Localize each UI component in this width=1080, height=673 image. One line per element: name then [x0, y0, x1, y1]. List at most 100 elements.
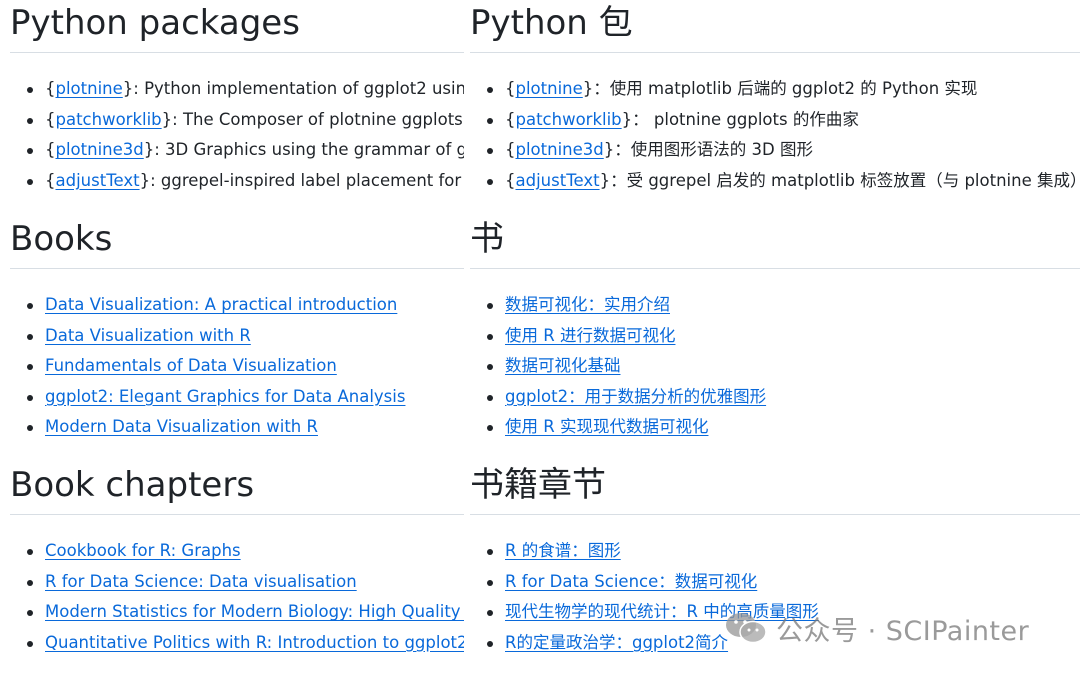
book-link[interactable]: Modern Data Visualization with R — [45, 417, 318, 436]
bullet-icon — [27, 364, 33, 371]
wechat-icon — [726, 613, 767, 644]
chapter-link[interactable]: R的定量政治学：ggplot2简介 — [505, 633, 728, 652]
bullet-icon — [487, 148, 493, 155]
heading-divider — [10, 268, 464, 269]
bullet-icon — [487, 364, 493, 371]
heading-divider — [10, 52, 464, 53]
english-column: Python packages {plotnine}: Python imple… — [0, 0, 464, 673]
bullet-icon — [27, 333, 33, 340]
bullet-icon — [487, 333, 493, 340]
section-heading: Python 包 — [470, 3, 633, 43]
package-list: {plotnine}：使用 matplotlib 后端的 ggplot2 的 P… — [470, 74, 1080, 196]
list-item: {plotnine}：使用 matplotlib 后端的 ggplot2 的 P… — [470, 74, 1080, 105]
list-item: {plotnine}: Python implementation of ggp… — [10, 74, 464, 105]
list-item: Modern Data Visualization with R — [10, 412, 464, 443]
heading-divider — [470, 52, 1080, 53]
python-packages-section: Python 包 {plotnine}：使用 matplotlib 后端的 gg… — [464, 0, 1080, 210]
package-description: : 3D Graphics using the grammar of graph… — [154, 140, 464, 160]
heading-divider — [470, 268, 1080, 269]
chapter-link[interactable]: Cookbook for R: Graphs — [45, 541, 241, 560]
list-item: Quantitative Politics with R: Introducti… — [10, 628, 464, 659]
book-link[interactable]: ggplot2: Elegant Graphics for Data Analy… — [45, 387, 405, 406]
chapter-list: Cookbook for R: Graphs R for Data Scienc… — [10, 536, 464, 658]
bullet-icon — [487, 303, 493, 309]
python-packages-section: Python packages {plotnine}: Python imple… — [0, 0, 464, 210]
bullet-icon — [27, 394, 33, 401]
list-item: {adjustText}: ggrepel-inspired label pla… — [10, 166, 464, 197]
bullet-icon — [487, 579, 493, 586]
bullet-icon — [487, 87, 493, 93]
list-item: 数据可视化：实用介绍 — [470, 290, 1080, 321]
bullet-icon — [487, 549, 493, 555]
bullet-icon — [487, 394, 493, 401]
bullet-icon — [27, 579, 33, 586]
bullet-icon — [27, 148, 33, 155]
list-item: ggplot2：用于数据分析的优雅图形 — [470, 382, 1080, 413]
bullet-icon — [27, 178, 33, 185]
list-item: Data Visualization: A practical introduc… — [10, 290, 464, 321]
bullet-icon — [27, 549, 33, 555]
section-heading: Books — [10, 219, 113, 259]
chapter-link[interactable]: Modern Statistics for Modern Biology: Hi… — [45, 602, 464, 621]
list-item: {patchworklib}: The Composer of plotnine… — [10, 105, 464, 136]
book-link[interactable]: Data Visualization with R — [45, 326, 251, 345]
list-item: 使用 R 实现现代数据可视化 — [470, 412, 1080, 443]
bullet-icon — [27, 425, 33, 432]
list-item: R for Data Science：数据可视化 — [470, 567, 1080, 598]
package-link[interactable]: plotnine — [516, 79, 583, 98]
package-link[interactable]: plotnine3d — [56, 140, 144, 159]
list-item: Cookbook for R: Graphs — [10, 536, 464, 567]
book-chapters-section: Book chapters Cookbook for R: Graphs R f… — [0, 462, 464, 673]
package-description: : The Composer of plotnine ggplots — [172, 109, 463, 129]
chapter-link[interactable]: R for Data Science：数据可视化 — [505, 572, 757, 591]
heading-divider — [470, 514, 1080, 515]
chinese-column: Python 包 {plotnine}：使用 matplotlib 后端的 gg… — [464, 0, 1080, 673]
book-link[interactable]: ggplot2：用于数据分析的优雅图形 — [505, 387, 766, 406]
section-heading: Python packages — [10, 3, 300, 43]
package-link[interactable]: plotnine — [56, 79, 123, 98]
bullet-icon — [487, 117, 493, 124]
package-description: ：受 ggrepel 启发的 matplotlib 标签放置（与 plotnin… — [610, 170, 1080, 190]
list-item: R 的食谱：图形 — [470, 536, 1080, 567]
book-link[interactable]: Fundamentals of Data Visualization — [45, 356, 337, 375]
bullet-icon — [487, 178, 493, 185]
bullet-icon — [27, 640, 33, 647]
package-link[interactable]: plotnine3d — [516, 140, 604, 159]
section-heading: Book chapters — [10, 465, 255, 505]
books-section: 书 数据可视化：实用介绍 使用 R 进行数据可视化 数据可视化基础 ggplot… — [464, 216, 1080, 456]
package-description: : ggrepel-inspired label placement for m… — [150, 170, 464, 190]
book-link[interactable]: Data Visualization: A practical introduc… — [45, 295, 397, 314]
book-link[interactable]: 使用 R 实现现代数据可视化 — [505, 417, 708, 436]
watermark-text: 公众号 · SCIPainter — [776, 615, 1030, 647]
book-link[interactable]: 使用 R 进行数据可视化 — [505, 326, 675, 345]
package-description: ： plotnine ggplots 的作曲家 — [632, 109, 859, 129]
package-link[interactable]: adjustText — [56, 171, 140, 190]
list-item: Modern Statistics for Modern Biology: Hi… — [10, 597, 464, 628]
list-item: ggplot2: Elegant Graphics for Data Analy… — [10, 382, 464, 413]
package-description: : Python implementation of ggplot2 using… — [133, 79, 464, 98]
book-link[interactable]: 数据可视化基础 — [505, 356, 621, 375]
section-heading: 书 — [470, 219, 504, 259]
books-section: Books Data Visualization: A practical in… — [0, 216, 464, 456]
bullet-icon — [27, 610, 33, 617]
list-item: R for Data Science: Data visualisation — [10, 567, 464, 598]
book-list: Data Visualization: A practical introduc… — [10, 290, 464, 443]
chapter-link[interactable]: R for Data Science: Data visualisation — [45, 572, 357, 591]
chapter-link[interactable]: R 的食谱：图形 — [505, 541, 621, 560]
bullet-icon — [27, 117, 33, 124]
bullet-icon — [27, 303, 33, 309]
package-link[interactable]: patchworklib — [56, 110, 162, 129]
bullet-icon — [27, 87, 33, 93]
bullet-icon — [487, 610, 493, 617]
list-item: Fundamentals of Data Visualization — [10, 351, 464, 382]
heading-divider — [10, 514, 464, 515]
chapter-link[interactable]: Quantitative Politics with R: Introducti… — [45, 633, 464, 652]
package-link[interactable]: adjustText — [516, 171, 600, 190]
package-link[interactable]: patchworklib — [516, 110, 622, 129]
bullet-icon — [487, 425, 493, 432]
package-list: {plotnine}: Python implementation of ggp… — [10, 74, 464, 196]
book-link[interactable]: 数据可视化：实用介绍 — [505, 295, 670, 314]
list-item: {patchworklib}： plotnine ggplots 的作曲家 — [470, 105, 1080, 136]
list-item: 使用 R 进行数据可视化 — [470, 321, 1080, 352]
list-item: Data Visualization with R — [10, 321, 464, 352]
